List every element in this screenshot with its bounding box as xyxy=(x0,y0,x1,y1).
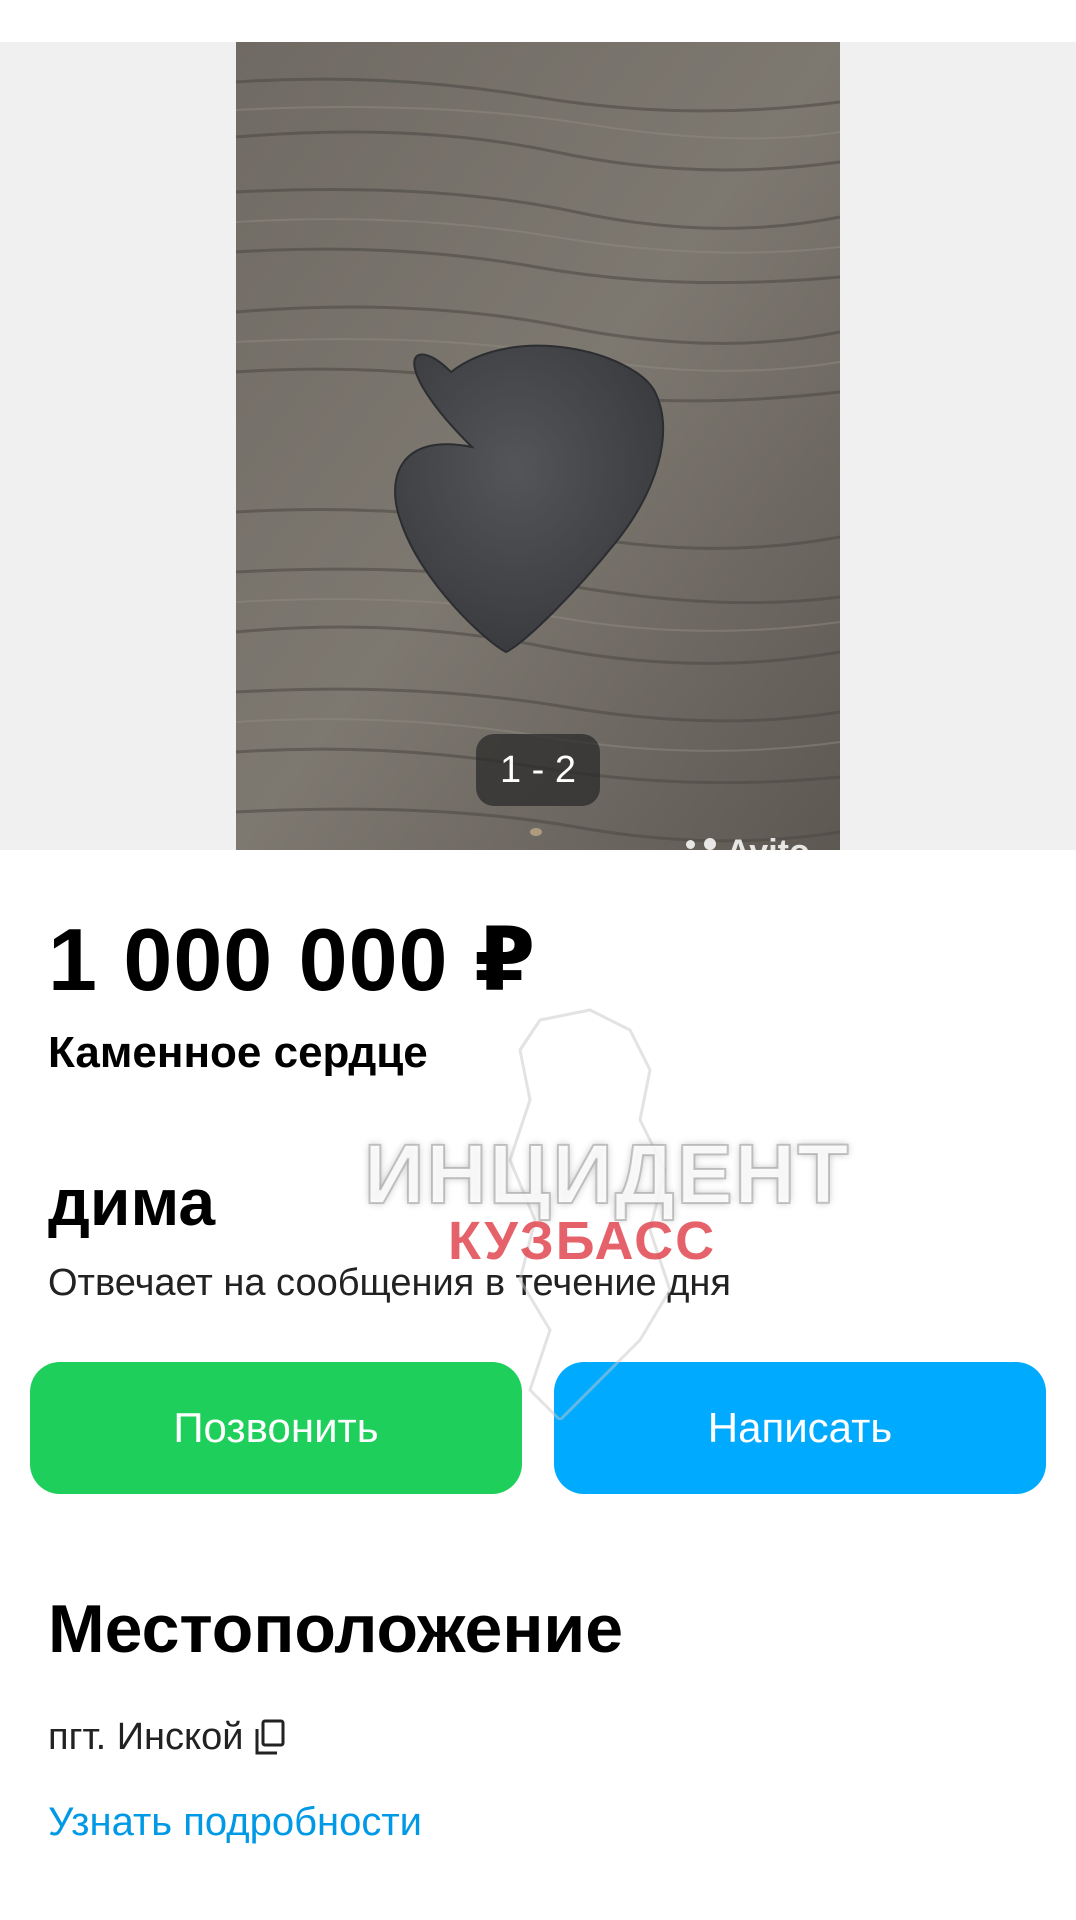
avito-logo-icon xyxy=(684,834,724,870)
copy-icon[interactable] xyxy=(253,1719,287,1757)
call-button[interactable]: Позвонить xyxy=(30,1362,522,1494)
avito-watermark-text: Avito xyxy=(726,832,810,871)
top-strip xyxy=(0,0,1076,42)
seller-name[interactable]: дима xyxy=(48,1164,215,1240)
photo-gallery[interactable]: 1 - 2 Avito xyxy=(0,42,1076,871)
watermark-line2: КУЗБАСС xyxy=(448,1211,717,1271)
listing-page: 1 - 2 Avito 1 000 000 ₽ Каменное сердце … xyxy=(0,0,1076,1920)
avito-watermark: Avito xyxy=(684,832,810,872)
photo-counter: 1 - 2 xyxy=(476,734,600,806)
location-details-link[interactable]: Узнать подробности xyxy=(48,1800,422,1845)
price: 1 000 000 ₽ xyxy=(48,910,537,1009)
listing-title: Каменное сердце xyxy=(48,1028,428,1077)
location-section-title: Местоположение xyxy=(48,1591,624,1667)
wood-stone-photo xyxy=(236,42,840,850)
listing-photo[interactable] xyxy=(236,42,840,850)
location-address-row: пгт. Инской xyxy=(48,1716,287,1759)
location-address: пгт. Инской xyxy=(48,1716,244,1758)
watermark-line1: ИНЦИДЕНТ xyxy=(363,1126,851,1222)
